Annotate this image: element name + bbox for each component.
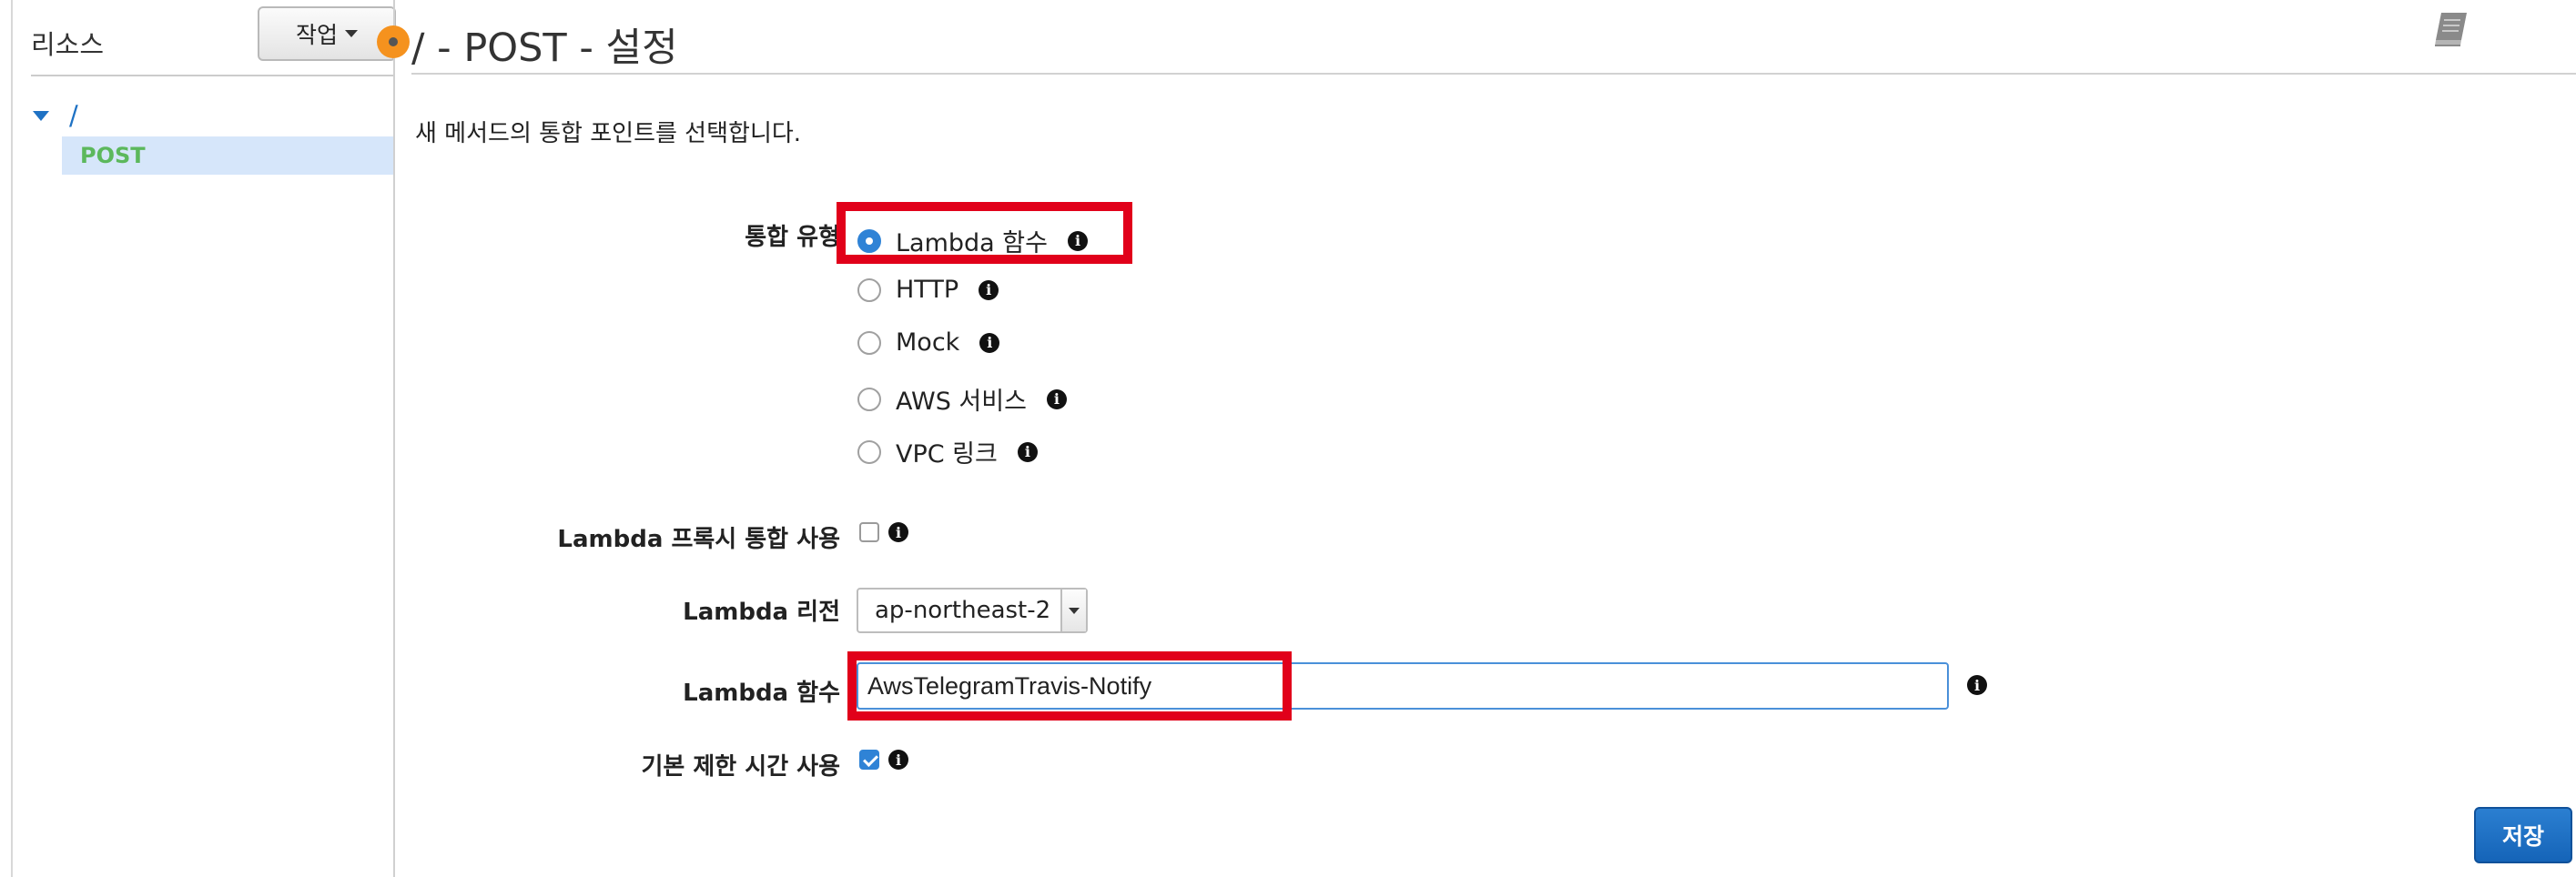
radio-aws-service-label[interactable]: AWS 서비스	[896, 381, 1027, 417]
radio-mock-label[interactable]: Mock	[896, 328, 959, 357]
api-gateway-method-setup: 리소스 작업 / POST / - POST - 설정 새 메서드의 통합 포인…	[0, 0, 2576, 877]
info-icon[interactable]: i	[1067, 230, 1088, 251]
chevron-down-icon[interactable]	[1060, 590, 1086, 631]
radio-aws-service[interactable]	[857, 387, 881, 411]
save-button[interactable]: 저장	[2474, 807, 2572, 863]
lambda-region-value: ap-northeast-2	[875, 597, 1051, 624]
radio-lambda[interactable]	[857, 228, 881, 253]
info-icon[interactable]: i	[1967, 675, 1987, 695]
radio-vpc-link[interactable]	[857, 439, 881, 464]
book-icon[interactable]	[2430, 9, 2472, 49]
lambda-proxy-label: Lambda 프록시 통합 사용	[557, 526, 840, 553]
title-divider	[411, 73, 2576, 75]
status-dot-icon[interactable]	[377, 25, 410, 58]
page-title: / - POST - 설정	[411, 25, 678, 71]
lambda-function-label: Lambda 함수	[683, 680, 840, 707]
info-icon[interactable]: i	[888, 522, 908, 542]
actions-button[interactable]: 작업	[258, 6, 396, 61]
radio-vpc-link-label[interactable]: VPC 링크	[896, 434, 998, 469]
tree-method-post[interactable]: POST	[62, 136, 393, 175]
chevron-down-icon	[345, 30, 358, 37]
resources-title: 리소스	[31, 29, 105, 60]
lambda-region-label: Lambda 리전	[683, 599, 840, 626]
info-icon[interactable]: i	[888, 750, 908, 770]
radio-mock[interactable]	[857, 330, 881, 355]
radio-option-aws-service[interactable]: AWS 서비스 i	[857, 381, 1067, 417]
default-timeout-label: 기본 제한 시간 사용	[641, 753, 840, 781]
info-icon[interactable]: i	[979, 279, 999, 300]
panel-divider	[31, 75, 393, 76]
lambda-region-select[interactable]: ap-northeast-2	[857, 588, 1088, 633]
radio-lambda-label[interactable]: Lambda 함수	[896, 223, 1048, 258]
actions-button-label: 작업	[295, 22, 338, 48]
lambda-function-input[interactable]	[857, 662, 1949, 710]
radio-option-vpc-link[interactable]: VPC 링크 i	[857, 434, 1038, 469]
radio-option-http[interactable]: HTTP i	[857, 276, 999, 304]
tree-expand-icon[interactable]	[33, 110, 49, 121]
tree-method-label: POST	[80, 143, 146, 168]
radio-http-label[interactable]: HTTP	[896, 276, 958, 304]
lambda-proxy-checkbox[interactable]	[859, 522, 879, 542]
tree-root-label: /	[69, 100, 78, 131]
integration-type-label: 통합 유형	[745, 224, 840, 251]
radio-option-lambda[interactable]: Lambda 함수 i	[857, 223, 1088, 258]
radio-option-mock[interactable]: Mock i	[857, 328, 1000, 357]
info-icon[interactable]: i	[1046, 388, 1067, 409]
info-icon[interactable]: i	[979, 332, 1000, 353]
resources-panel: 리소스 작업 / POST	[13, 0, 396, 877]
tree-root-resource[interactable]: /	[33, 100, 78, 131]
default-timeout-checkbox[interactable]	[859, 750, 879, 770]
info-icon[interactable]: i	[1017, 441, 1038, 462]
panel-splitter[interactable]	[393, 0, 395, 877]
radio-http[interactable]	[857, 277, 881, 302]
instruction-text: 새 메서드의 통합 포인트를 선택합니다.	[415, 120, 802, 147]
